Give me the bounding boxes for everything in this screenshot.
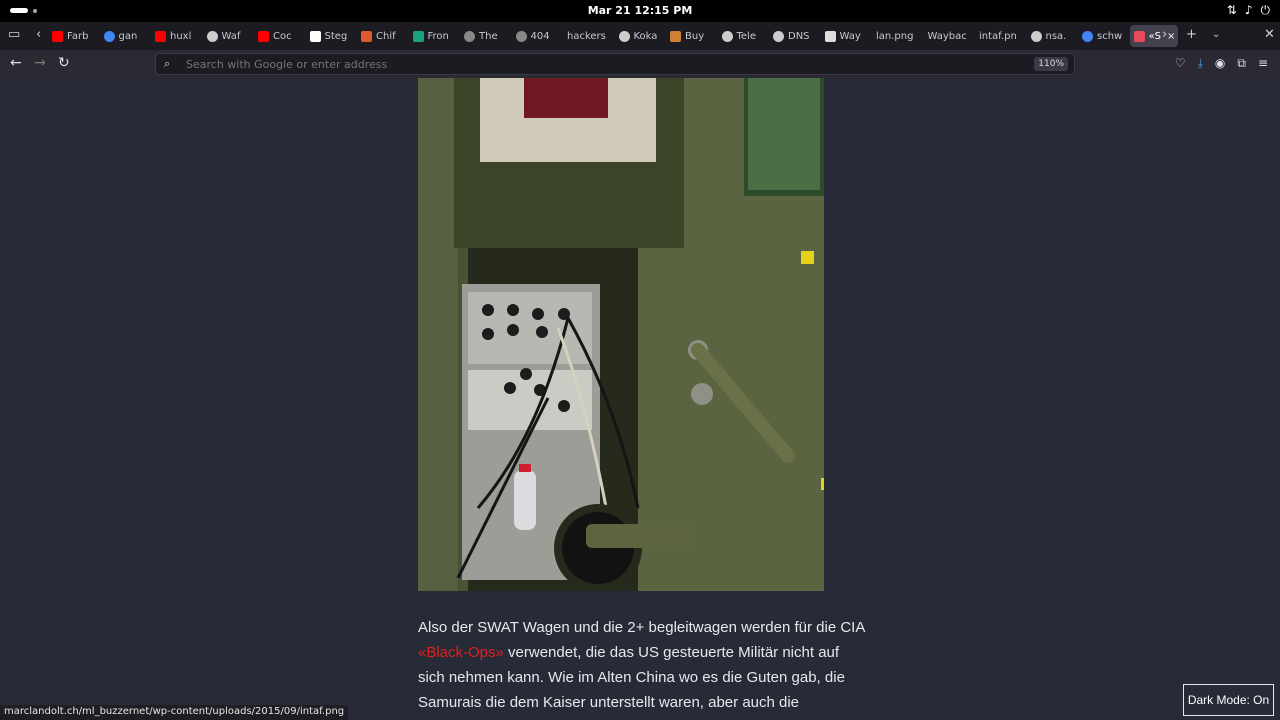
- system-clock[interactable]: Mar 21 12:15 PM: [0, 4, 1280, 17]
- browser-tab[interactable]: Buy: [666, 25, 714, 47]
- tab-bar: ▭ ‹ Farb gan huxl Waf Coc Steg Chif Fron The 404 h…: [0, 22, 1280, 50]
- page-content: Also der SWAT Wagen und die 2+ begleitwa…: [0, 78, 1280, 720]
- browser-tab[interactable]: Farb: [48, 25, 96, 47]
- tab-list-icon[interactable]: ⌄: [1212, 29, 1220, 40]
- tab-label: Buy: [685, 30, 705, 42]
- system-tray[interactable]: ⇅ ♪ ⏻: [1227, 3, 1270, 18]
- browser-tab[interactable]: DNS: [769, 25, 817, 47]
- article-paragraph: Also der SWAT Wagen und die 2+ begleitwa…: [418, 615, 868, 720]
- tab-label: DNS: [788, 30, 810, 42]
- tab-label: lan.png: [876, 30, 914, 42]
- tab-label: 404: [530, 30, 550, 42]
- volume-icon[interactable]: ♪: [1245, 3, 1253, 18]
- globe-icon: [1030, 30, 1042, 42]
- browser-tab[interactable]: Chif: [357, 25, 405, 47]
- article-text-start: Also der SWAT Wagen und die 2+ begleitwa…: [418, 619, 865, 636]
- new-tab-icon[interactable]: +: [1186, 27, 1197, 42]
- extensions-icon[interactable]: ⧉: [1237, 56, 1246, 71]
- account-icon[interactable]: ◉: [1215, 56, 1225, 71]
- browser-tab[interactable]: Koka: [615, 25, 663, 47]
- tab-label: «S: [1148, 30, 1161, 42]
- github-icon: [464, 30, 475, 42]
- bookmark-icon: [412, 30, 424, 42]
- tab-label: huxl: [170, 30, 192, 42]
- system-top-bar: Mar 21 12:15 PM ⇅ ♪ ⏻: [0, 0, 1280, 22]
- tab-label: Chif: [376, 30, 396, 42]
- tab-label: intaf.pn: [979, 30, 1017, 42]
- article-photo[interactable]: [418, 78, 824, 591]
- tab-label: Koka: [633, 30, 658, 42]
- network-icon[interactable]: ⇅: [1227, 3, 1237, 18]
- tabs-scroll-right-icon[interactable]: ›: [1162, 27, 1167, 42]
- google-icon: [103, 30, 115, 42]
- youtube-icon: [258, 30, 269, 42]
- back-icon[interactable]: ←: [10, 55, 22, 71]
- close-tab-icon[interactable]: ×: [1167, 31, 1175, 42]
- tab-label: schw: [1097, 30, 1123, 42]
- browser-tab[interactable]: gan: [100, 25, 148, 47]
- github-icon: [515, 30, 527, 42]
- tab-label: Waybac: [927, 30, 967, 42]
- tab-label: Coc: [273, 30, 292, 42]
- tab-label: Fron: [427, 30, 449, 42]
- reload-icon[interactable]: ↻: [58, 55, 70, 71]
- browser-tab[interactable]: hackers: [563, 25, 611, 47]
- search-icon: ⌕: [164, 57, 171, 70]
- browser-tab[interactable]: huxl: [151, 25, 199, 47]
- youtube-icon: [52, 30, 63, 42]
- url-input[interactable]: [186, 57, 1035, 71]
- black-ops-link[interactable]: «Black-Ops»: [418, 644, 504, 661]
- menu-icon[interactable]: ≡: [1258, 56, 1268, 71]
- globe-icon: [618, 30, 630, 42]
- browser-tab[interactable]: nsa.: [1027, 25, 1075, 47]
- tab-label: nsa.: [1045, 30, 1067, 42]
- wikipedia-icon: [309, 30, 321, 42]
- globe-icon: [721, 30, 733, 42]
- browser-tab[interactable]: schw: [1078, 25, 1126, 47]
- browser-tab[interactable]: Way: [821, 25, 869, 47]
- tab-label: Way: [839, 30, 861, 42]
- tab-overview-icon[interactable]: ▭: [8, 27, 20, 42]
- google-icon: [1082, 30, 1093, 42]
- browser-tab[interactable]: Fron: [409, 25, 457, 47]
- pocket-icon[interactable]: ♡: [1175, 56, 1186, 71]
- browser-tab[interactable]: Steg: [306, 25, 354, 47]
- browser-tab[interactable]: 404: [512, 25, 560, 47]
- browser-tab[interactable]: intaf.pn: [975, 25, 1023, 47]
- downloads-icon[interactable]: ⤓: [1198, 56, 1203, 71]
- globe-icon: [206, 30, 218, 42]
- address-bar[interactable]: ⌕ 110%: [155, 53, 1075, 75]
- zoom-level-badge[interactable]: 110%: [1034, 57, 1068, 71]
- bag-icon: [670, 30, 681, 42]
- browser-tab[interactable]: Coc: [254, 25, 302, 47]
- tab-label: The: [479, 30, 498, 42]
- globe-icon: [773, 30, 784, 42]
- tab-label: Waf: [221, 30, 241, 42]
- browser-tab[interactable]: Waf: [203, 25, 251, 47]
- site-icon: [1133, 30, 1145, 42]
- tab-label: gan: [118, 30, 138, 42]
- document-icon: [824, 30, 836, 42]
- forward-icon[interactable]: →: [34, 55, 46, 71]
- dark-mode-toggle[interactable]: Dark Mode: On: [1183, 684, 1274, 716]
- tab-label: Tele: [736, 30, 757, 42]
- browser-tab[interactable]: Tele: [718, 25, 766, 47]
- browser-tab[interactable]: «S ×: [1129, 25, 1178, 47]
- tab-label: Farb: [67, 30, 89, 42]
- tab-label: Steg: [324, 30, 348, 42]
- mountain-icon: [361, 30, 372, 42]
- close-window-icon[interactable]: ✕: [1264, 27, 1275, 42]
- tabs-scroll-left-icon[interactable]: ‹: [36, 27, 41, 42]
- youtube-icon: [155, 30, 166, 42]
- browser-tab[interactable]: The: [460, 25, 508, 47]
- browser-tab[interactable]: lan.png: [872, 25, 920, 47]
- tab-label: hackers: [567, 30, 606, 42]
- navigation-bar: ← → ↻ ⌕ 110% ♡ ⤓ ◉ ⧉ ≡: [0, 50, 1280, 78]
- link-status-bar: marclandolt.ch/ml_buzzernet/wp-content/u…: [0, 705, 349, 720]
- browser-tab[interactable]: Waybac: [924, 25, 972, 47]
- power-icon[interactable]: ⏻: [1261, 3, 1271, 18]
